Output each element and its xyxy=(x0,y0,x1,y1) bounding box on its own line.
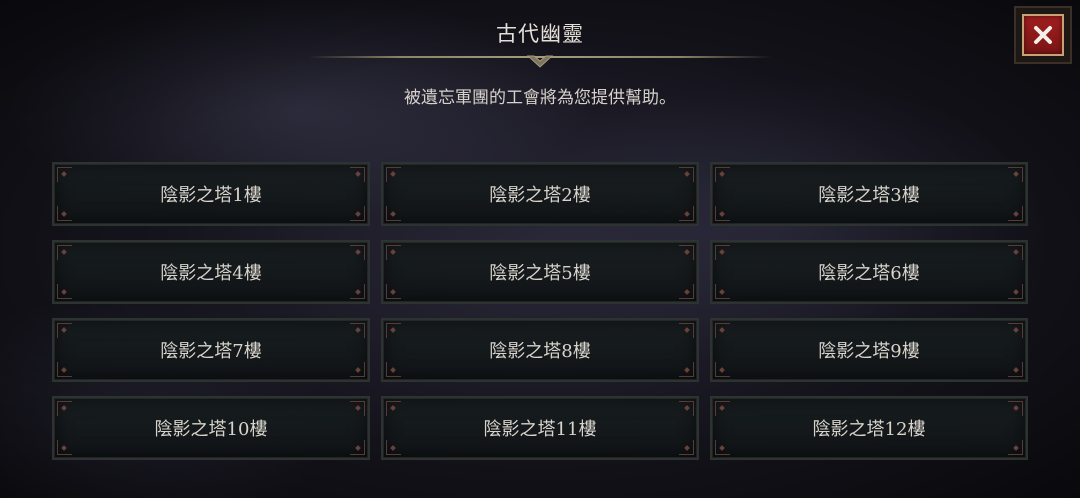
floor-button-1[interactable]: 陰影之塔1樓 xyxy=(52,162,370,226)
floor-button-5[interactable]: 陰影之塔5樓 xyxy=(381,240,699,304)
floor-button-10[interactable]: 陰影之塔10樓 xyxy=(52,396,370,460)
floor-label: 陰影之塔6樓 xyxy=(818,263,920,284)
close-button-face xyxy=(1022,14,1064,56)
floor-button-9[interactable]: 陰影之塔9樓 xyxy=(710,318,1028,382)
dialog-title: 古代幽靈 xyxy=(496,22,584,46)
floor-label: 陰影之塔10樓 xyxy=(154,419,268,440)
floor-button-8[interactable]: 陰影之塔8樓 xyxy=(381,318,699,382)
floor-button-11[interactable]: 陰影之塔11樓 xyxy=(381,396,699,460)
floor-button-12[interactable]: 陰影之塔12樓 xyxy=(710,396,1028,460)
dialog-subtitle: 被遺忘軍團的工會將為您提供幫助。 xyxy=(404,88,676,108)
floor-button-2[interactable]: 陰影之塔2樓 xyxy=(381,162,699,226)
floor-label: 陰影之塔1樓 xyxy=(160,185,262,206)
floor-label: 陰影之塔8樓 xyxy=(489,341,591,362)
floor-label: 陰影之塔7樓 xyxy=(160,341,262,362)
floor-grid: 陰影之塔1樓 陰影之塔2樓 陰影之塔3樓 陰影之塔4樓 陰影之塔5樓 陰影之塔6… xyxy=(52,162,1028,462)
floor-button-4[interactable]: 陰影之塔4樓 xyxy=(52,240,370,304)
close-icon xyxy=(1034,26,1052,44)
floor-label: 陰影之塔5樓 xyxy=(489,263,591,284)
title-ornament-icon xyxy=(526,55,554,68)
floor-label: 陰影之塔11樓 xyxy=(483,419,597,440)
dialog-header: 古代幽靈 被遺忘軍團的工會將為您提供幫助。 xyxy=(0,0,1080,110)
floor-button-6[interactable]: 陰影之塔6樓 xyxy=(710,240,1028,304)
floor-button-3[interactable]: 陰影之塔3樓 xyxy=(710,162,1028,226)
floor-label: 陰影之塔4樓 xyxy=(160,263,262,284)
floor-label: 陰影之塔3樓 xyxy=(818,185,920,206)
floor-label: 陰影之塔2樓 xyxy=(489,185,591,206)
floor-button-7[interactable]: 陰影之塔7樓 xyxy=(52,318,370,382)
floor-label: 陰影之塔9樓 xyxy=(818,341,920,362)
floor-label: 陰影之塔12樓 xyxy=(812,419,926,440)
close-button[interactable] xyxy=(1014,6,1072,64)
